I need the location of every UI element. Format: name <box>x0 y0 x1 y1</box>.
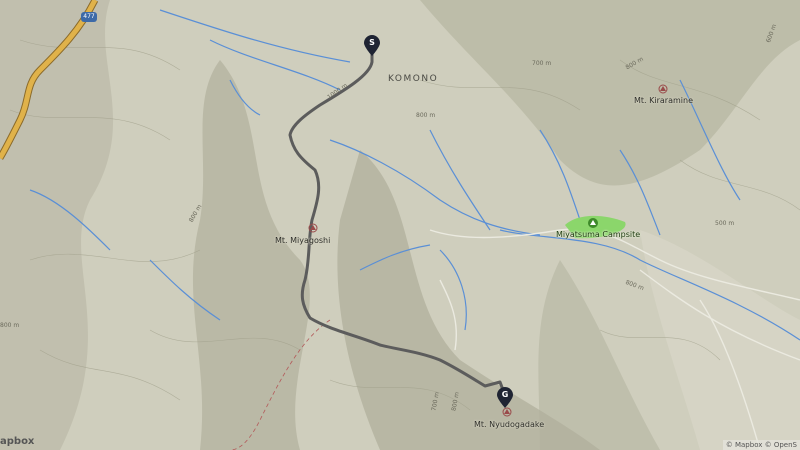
elevation-label: 500 m <box>715 220 735 227</box>
end-marker[interactable]: G <box>496 387 514 409</box>
elevation-label: 800 m <box>416 112 436 119</box>
start-marker[interactable]: S <box>363 35 381 57</box>
place-label-komono: KOMONO <box>388 74 439 84</box>
map-attribution[interactable]: © Mapbox © OpenS <box>722 440 800 450</box>
mapbox-logo[interactable]: apbox <box>0 436 34 447</box>
campsite-label[interactable]: Miyatsuma Campsite <box>556 230 640 239</box>
route-477-shield: 477 <box>81 12 97 22</box>
map-terrain <box>0 0 800 450</box>
peak-label-kiraramine[interactable]: Mt. Kiraramine <box>634 96 693 105</box>
peak-label-miyagoshi[interactable]: Mt. Miyagoshi <box>275 236 330 245</box>
start-marker-letter: S <box>369 38 375 47</box>
end-marker-letter: G <box>501 390 509 399</box>
elevation-label: 800 m <box>0 322 20 329</box>
elevation-label: 700 m <box>532 60 552 67</box>
peak-label-nyudogadake[interactable]: Mt. Nyudogadake <box>474 420 544 429</box>
map-canvas[interactable]: 477 KOMONO Mt. Miyagoshi Mt. Kiraramine … <box>0 0 800 450</box>
